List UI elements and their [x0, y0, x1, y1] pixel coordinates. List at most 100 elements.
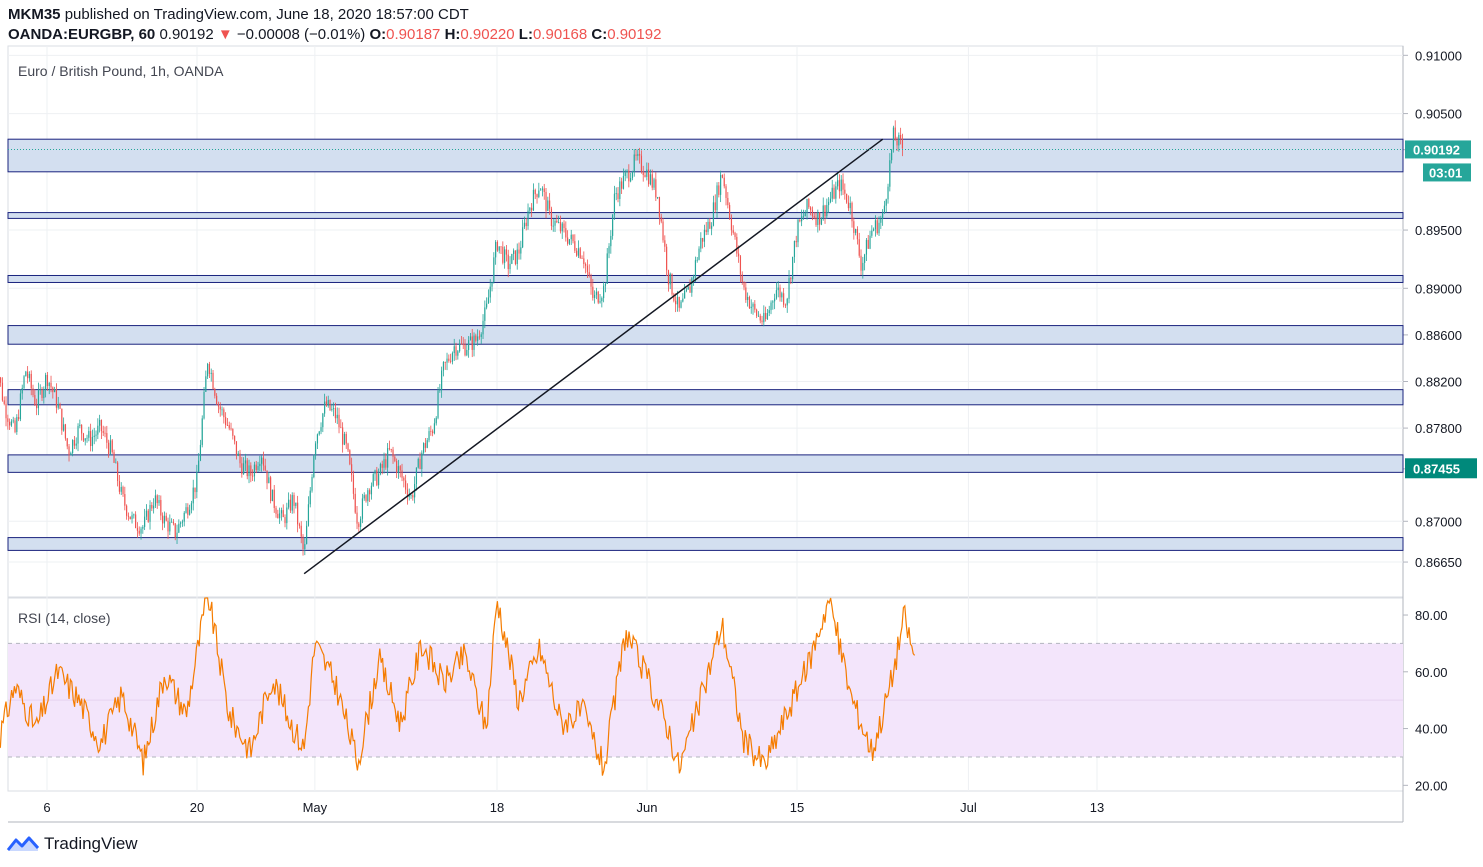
candle-body: [273, 489, 275, 508]
candle-body: [844, 189, 846, 194]
candle-body: [228, 425, 230, 429]
support-resistance-zone[interactable]: [7, 325, 1404, 345]
candle-body: [448, 358, 450, 361]
candle-body: [315, 443, 317, 456]
candle-body: [797, 219, 799, 243]
chart-canvas[interactable]: 620May18Jun15Jul130.910000.905000.900.89…: [0, 0, 1483, 867]
candle-body: [721, 174, 724, 178]
support-resistance-zone[interactable]: [7, 537, 1404, 551]
candle-body: [856, 229, 859, 240]
candle-body: [900, 134, 902, 139]
candle-body: [81, 424, 83, 434]
candle-body: [624, 172, 626, 176]
candle-body: [736, 236, 738, 254]
candle-body: [829, 198, 832, 202]
candle-body: [255, 464, 257, 470]
candle-body: [45, 374, 47, 390]
candle-body: [57, 404, 59, 408]
candle-body: [702, 238, 704, 242]
candle-body: [693, 276, 695, 279]
candle-body: [540, 189, 542, 191]
candle-body: [387, 448, 389, 468]
candle-body: [714, 202, 716, 211]
candle-body: [613, 193, 616, 215]
candle-body: [781, 293, 783, 298]
candle-body: [621, 181, 623, 189]
candle-body: [376, 470, 378, 486]
candle-body: [495, 242, 497, 258]
candle-body: [819, 212, 821, 225]
candle-body: [709, 221, 711, 229]
trendline[interactable]: [303, 138, 884, 575]
support-resistance-zone[interactable]: [7, 138, 1404, 173]
candle-body: [144, 516, 146, 527]
candle-body: [439, 389, 441, 391]
candle-body: [518, 249, 520, 254]
candle-body: [730, 218, 733, 231]
candle-body: [234, 435, 236, 442]
candle-body: [801, 216, 803, 222]
candle-body: [705, 229, 707, 233]
candle-body: [320, 427, 322, 432]
candle-body: [770, 302, 772, 311]
candle-body: [718, 185, 720, 195]
candle-body: [331, 409, 333, 410]
candle-body: [28, 373, 31, 379]
candle-body: [396, 460, 398, 473]
candle-body: [464, 344, 466, 356]
candle-body: [70, 452, 72, 456]
candle-body: [261, 457, 263, 464]
candle-body: [291, 495, 293, 511]
candle-body: [363, 495, 365, 499]
candle-body: [433, 423, 436, 434]
candle-body: [385, 459, 387, 468]
candle-body: [216, 395, 218, 405]
candle-body: [221, 409, 223, 411]
candle-body: [756, 309, 758, 316]
candle-body: [266, 470, 268, 484]
candle-body: [478, 336, 481, 338]
candle-body: [862, 262, 864, 271]
candle-body: [113, 452, 115, 463]
support-resistance-zone[interactable]: [7, 212, 1404, 219]
candle-body: [489, 286, 491, 298]
candle-body: [835, 186, 837, 199]
candle-body: [689, 286, 691, 293]
y-tick-label: 0.89500: [1415, 223, 1462, 238]
candle-body: [270, 477, 272, 501]
candle-body: [711, 225, 713, 229]
candle-body: [298, 524, 301, 526]
candle-body: [642, 171, 644, 175]
candle-body: [734, 232, 736, 237]
candle-body: [284, 517, 286, 524]
support-resistance-zone[interactable]: [7, 389, 1404, 406]
candle-body: [369, 490, 371, 495]
candle-body: [873, 229, 875, 231]
candle-body: [162, 515, 164, 524]
candle-body: [100, 419, 103, 432]
candle-body: [590, 275, 592, 287]
candle-body: [511, 254, 513, 264]
candle-body: [279, 513, 281, 519]
candle-body: [772, 301, 774, 303]
candle-body: [833, 187, 835, 199]
candle-body: [372, 474, 374, 486]
candle-body: [410, 495, 412, 496]
candle-body: [482, 320, 484, 335]
price-pane-title: Euro / British Pound, 1h, OANDA: [18, 63, 224, 79]
candle-body: [612, 214, 614, 236]
candle-body: [783, 293, 785, 305]
candle-body: [117, 462, 119, 482]
candle-body: [552, 225, 554, 227]
candle-body: [180, 522, 182, 524]
candle-body: [126, 505, 128, 516]
y-tick-label: 0.88200: [1415, 374, 1462, 389]
candle-body: [459, 343, 461, 352]
candle-body: [585, 264, 587, 266]
support-resistance-zone[interactable]: [7, 454, 1404, 473]
tradingview-footer[interactable]: TradingView: [6, 834, 138, 854]
support-resistance-zone[interactable]: [7, 274, 1404, 283]
x-tick-label: 15: [790, 800, 804, 815]
candle-body: [486, 303, 488, 308]
candle-body: [509, 263, 511, 270]
